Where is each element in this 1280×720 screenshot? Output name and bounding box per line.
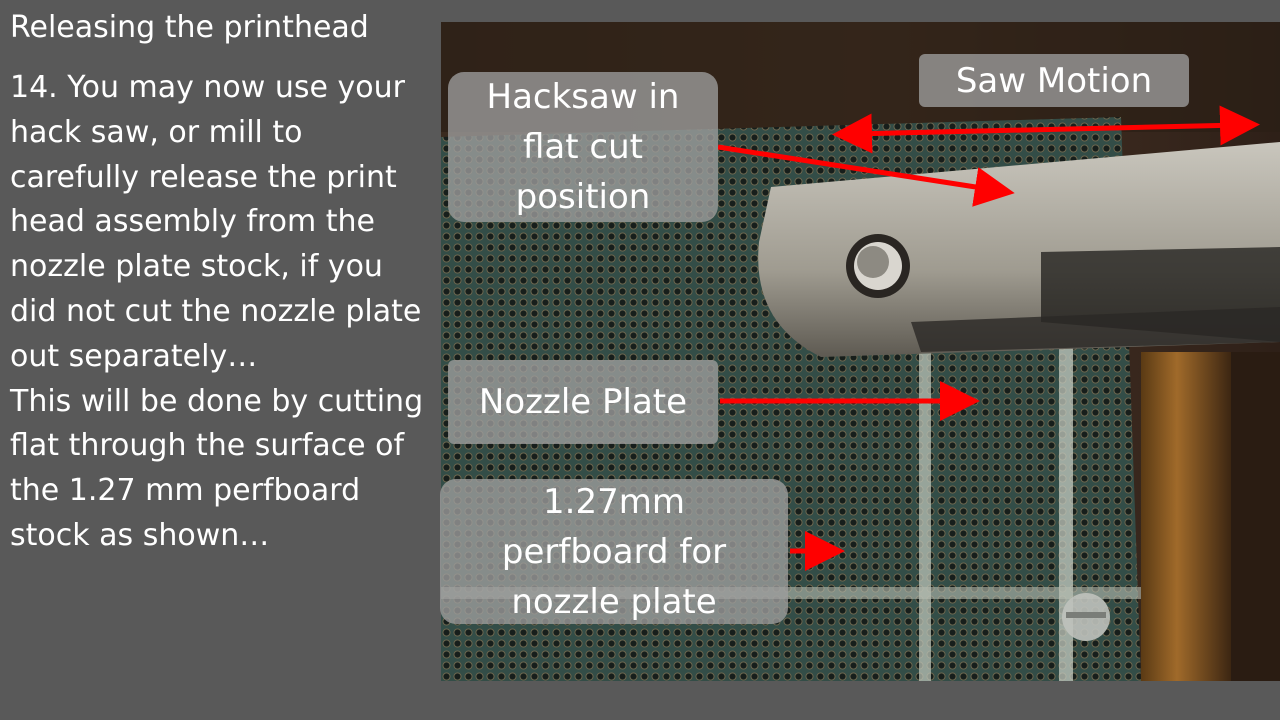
body-line: flat through the surface of (10, 428, 405, 464)
cut-groove (919, 352, 931, 681)
body-line: hack saw, or mill to (10, 114, 303, 150)
body-line: stock as shown… (10, 517, 270, 553)
nozzle-plate-callout: Nozzle Plate (448, 360, 718, 444)
body-line: nozzle plate stock, if you (10, 249, 383, 285)
body-line: 14. You may now use your (10, 70, 405, 105)
body-line: head assembly from the (10, 204, 376, 240)
body-line: the 1.27 mm perfboard (10, 473, 361, 509)
body-line: out separately… (10, 338, 258, 374)
hacksaw-label-line: Hacksaw in (486, 77, 680, 117)
perfboard-label-line: perfboard for (501, 531, 727, 572)
hacksaw-callout: Hacksaw in flat cut position (448, 72, 718, 222)
nozzle-plate-label: Nozzle Plate (478, 382, 688, 422)
hacksaw-label-line: flat cut (523, 127, 643, 167)
body-line: carefully release the print (10, 159, 397, 195)
tape-roll (1141, 352, 1231, 681)
saw-motion-label: Saw Motion (955, 60, 1153, 101)
perfboard-label-line: nozzle plate (511, 581, 717, 622)
body-line: This will be done by cutting (10, 383, 424, 419)
hacksaw-label-line: position (515, 177, 651, 217)
perfboard-label-line: 1.27mm (543, 481, 685, 522)
perfboard-callout: 1.27mm perfboard for nozzle plate (440, 479, 788, 624)
body-line: did not cut the nozzle plate (10, 293, 422, 329)
slide-title: Releasing the printhead (10, 10, 369, 45)
slide-body: 14. You may now use your hack saw, or mi… (10, 66, 435, 559)
saw-motion-callout: Saw Motion (919, 54, 1189, 107)
